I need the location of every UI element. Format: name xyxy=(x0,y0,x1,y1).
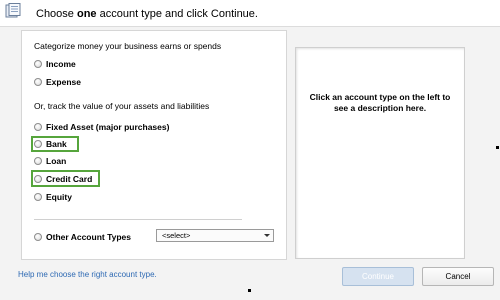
continue-button[interactable]: Continue xyxy=(342,267,414,286)
chart-of-accounts-icon xyxy=(5,3,21,18)
choose-account-type-dialog: Choose one account type and click Contin… xyxy=(0,0,500,300)
fixed-asset-label: Fixed Asset (major purchases) xyxy=(46,122,170,132)
credit-card-radio[interactable]: Credit Card xyxy=(34,173,92,185)
equity-radio-button[interactable] xyxy=(34,193,42,201)
bank-radio-button[interactable] xyxy=(34,140,42,148)
dialog-header: Choose one account type and click Contin… xyxy=(0,0,500,27)
fixed-asset-radio-button[interactable] xyxy=(34,123,42,131)
other-account-types-select[interactable]: <select> xyxy=(156,229,274,242)
fixed-asset-radio[interactable]: Fixed Asset (major purchases) xyxy=(34,121,169,133)
expense-radio[interactable]: Expense xyxy=(34,76,81,88)
options-divider xyxy=(34,219,242,220)
other-account-types-select-value: <select> xyxy=(162,231,191,240)
income-radio[interactable]: Income xyxy=(34,58,76,70)
loan-label: Loan xyxy=(46,156,67,166)
other-account-types-label: Other Account Types xyxy=(46,232,132,242)
track-section-label: Or, track the value of your assets and l… xyxy=(34,101,210,111)
other-account-types-radio-button[interactable] xyxy=(34,233,42,241)
equity-label: Equity xyxy=(46,192,72,202)
help-choose-account-link[interactable]: Help me choose the right account type. xyxy=(18,270,157,279)
loan-radio-button[interactable] xyxy=(34,157,42,165)
edge-marker xyxy=(496,146,499,149)
income-radio-button[interactable] xyxy=(34,60,42,68)
account-description-panel: Click an account type on the left to see… xyxy=(295,47,465,259)
bottom-marker xyxy=(248,289,251,292)
categorize-section-label: Categorize money your business earns or … xyxy=(34,41,222,51)
loan-radio[interactable]: Loan xyxy=(34,155,66,167)
expense-radio-button[interactable] xyxy=(34,78,42,86)
credit-card-label: Credit Card xyxy=(46,174,93,184)
equity-radio[interactable]: Equity xyxy=(34,191,72,203)
chevron-down-icon[interactable] xyxy=(264,234,270,237)
expense-label: Expense xyxy=(46,77,81,87)
credit-card-radio-button[interactable] xyxy=(34,175,42,183)
income-label: Income xyxy=(46,59,76,69)
account-description-text: Click an account type on the left to see… xyxy=(309,92,451,113)
bank-radio[interactable]: Bank xyxy=(34,138,67,150)
cancel-button[interactable]: Cancel xyxy=(422,267,494,286)
other-account-types-radio[interactable]: Other Account Types xyxy=(34,231,131,243)
bank-label: Bank xyxy=(46,139,67,149)
dialog-title: Choose one account type and click Contin… xyxy=(36,8,258,20)
